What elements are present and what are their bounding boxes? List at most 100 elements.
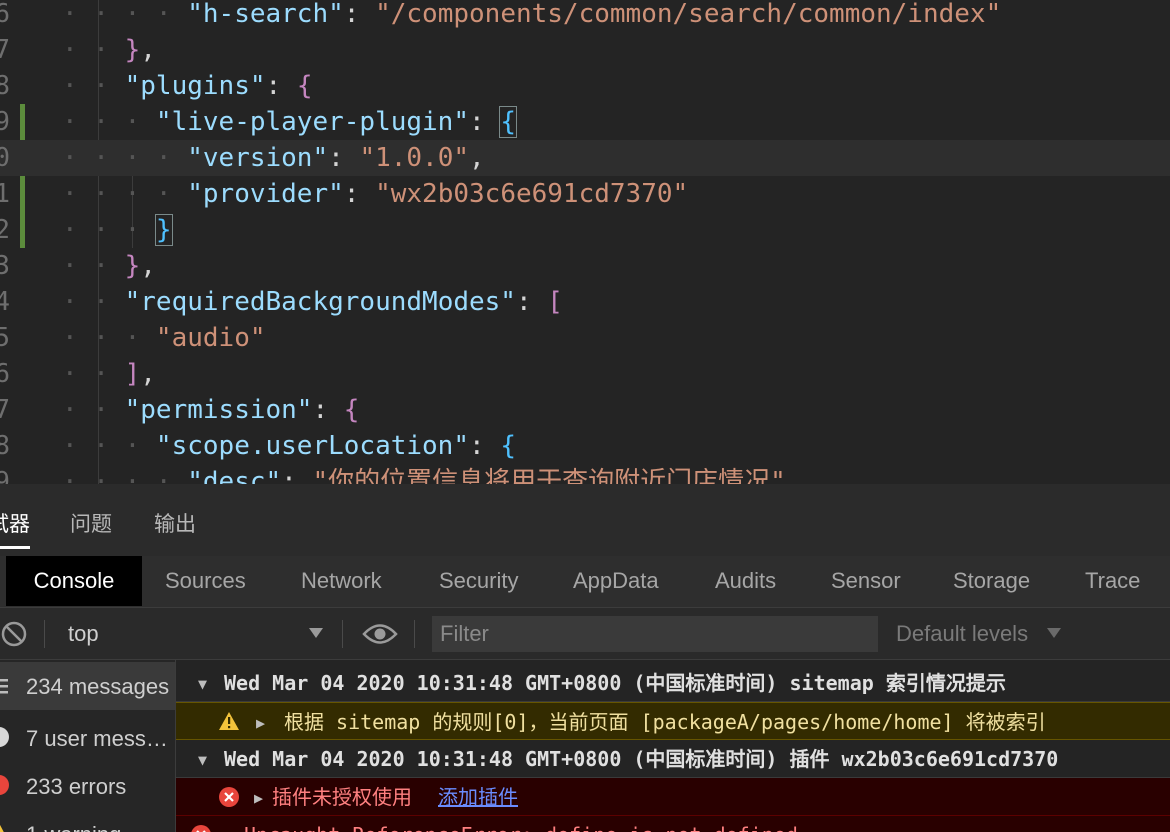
code-text: · · · · "version": "1.0.0", [62,140,485,176]
expand-triangle-icon[interactable]: ▶ [226,817,235,832]
sidebar-item-user-messages[interactable]: 7 user messages [0,714,175,762]
code-token: · · · [62,107,156,137]
code-token: · · [62,395,125,425]
line-number: 6 [0,0,10,29]
line-number: 7 [0,35,10,65]
collapse-triangle-icon[interactable]: ▼ [198,741,207,779]
line-number: 2 [0,215,10,245]
code-token: · · [62,359,125,389]
sidebar-item-errors[interactable]: 233 errors [0,762,175,810]
code-token: "requiredBackgroundModes" [124,287,516,317]
tab-console[interactable]: Console [6,556,142,606]
error-text: 插件未授权使用 [272,785,412,809]
expand-triangle-icon[interactable]: ▶ [254,779,263,817]
code-token: · · · · [62,179,188,209]
expand-triangle-icon[interactable]: ▶ [256,704,265,742]
code-line[interactable]: 9 · · · "live-player-plugin": { [0,104,1170,140]
code-token: : [515,287,548,317]
context-select[interactable]: top [68,621,99,647]
warning-icon [219,712,239,730]
code-token: "permission" [124,395,313,425]
code-line[interactable]: 6 · · ], [0,356,1170,392]
code-token: "wx2b03c6e691cd7370" [375,179,689,209]
error-icon [219,787,239,807]
add-plugin-link[interactable]: 添加插件 [438,778,518,816]
code-token: { [296,71,313,101]
tab-audits[interactable]: Audits [715,556,776,606]
code-text: · · · · "desc": "你的位置信息将用于查询附近门店情况" [62,464,786,484]
tab-output[interactable]: 输出 [154,508,196,538]
code-text: · · · "audio" [62,320,266,356]
code-token: "scope.userLocation" [155,431,469,461]
chevron-down-icon[interactable] [1046,627,1062,639]
tab-sensor[interactable]: Sensor [831,556,901,606]
code-token: : [469,431,501,461]
log-levels-select[interactable]: Default levels [896,621,1028,647]
active-tab-indicator [0,546,30,549]
code-line[interactable]: 8 · · · "scope.userLocation": { [0,428,1170,464]
code-line[interactable]: 2 · · · } [0,212,1170,248]
warning-icon [0,824,4,832]
line-number: 3 [0,251,10,281]
code-token: · · [62,71,125,101]
sidebar-item-messages[interactable]: 234 messages [0,662,175,710]
code-line[interactable]: 7 · · "permission": { [0,392,1170,428]
code-text: · · }, [62,32,156,68]
sidebar-item-warnings[interactable]: 1 warning [0,810,175,832]
code-line[interactable]: 7 · · }, [0,32,1170,68]
tab-storage[interactable]: Storage [953,556,1030,606]
code-line[interactable]: 3 · · }, [0,248,1170,284]
code-token: , [469,143,485,173]
log-group-header[interactable]: ▼ Wed Mar 04 2020 10:31:48 GMT+0800 (中国标… [176,664,1170,702]
code-token: · · · · [62,143,188,173]
code-token: "1.0.0" [359,143,470,173]
code-token: , [140,251,156,281]
code-line[interactable]: 5 · · · "audio" [0,320,1170,356]
tab-sources[interactable]: Sources [165,556,246,606]
sidebar-item-label: 233 errors [26,774,127,799]
line-number: 9 [0,107,10,137]
code-token: "/components/common/search/common/index" [375,0,1002,29]
code-text: · · · "scope.userLocation": { [62,428,516,464]
code-editor[interactable]: 6 · · · · "h-search": "/components/common… [0,0,1170,484]
code-token: "h-search" [187,0,344,29]
error-message[interactable]: ▶ 插件未授权使用 添加插件 [176,778,1170,816]
code-token: · · [62,35,125,65]
tab-appdata[interactable]: AppData [573,556,659,606]
code-text: · · "plugins": { [62,68,312,104]
code-line[interactable]: 9 · · · · "desc": "你的位置信息将用于查询附近门店情况" [0,464,1170,484]
toolbar-separator [414,620,415,648]
tab-security[interactable]: Security [439,556,518,606]
code-token: "desc" [187,467,282,484]
line-number: 4 [0,287,10,317]
code-line[interactable]: 1 · · · · "provider": "wx2b03c6e691cd7370… [0,176,1170,212]
code-token: } [124,35,141,65]
clear-console-icon[interactable] [0,620,28,648]
tab-network[interactable]: Network [301,556,382,606]
line-number: 1 [0,179,10,209]
code-line[interactable]: 0 · · · · "version": "1.0.0", [0,140,1170,176]
code-line[interactable]: 8 · · "plugins": { [0,68,1170,104]
tab-issues[interactable]: 问题 [70,508,112,538]
sidebar-item-label: 1 warning [26,822,172,832]
code-token: { [500,431,516,461]
code-line[interactable]: 4 · · "requiredBackgroundModes": [ [0,284,1170,320]
code-text: · · · · "h-search": "/components/common/… [62,0,1001,32]
code-line[interactable]: 6 · · · · "h-search": "/components/common… [0,0,1170,32]
code-token: { [499,106,517,138]
chevron-down-icon[interactable] [308,627,324,639]
error-message[interactable]: ▶ Uncaught ReferenceError: define is not… [176,816,1170,832]
warning-message[interactable]: ▶ 根据 sitemap 的规则[0]，当前页面 [packageA/pages… [176,702,1170,740]
code-token: · · · [62,431,156,461]
code-text: · · · } [62,212,173,248]
devtools-drawer-tabs: 试器 问题 输出 [0,484,1170,556]
line-number: 6 [0,359,10,389]
eye-icon[interactable] [362,621,398,647]
tab-debugger[interactable]: 试器 [0,508,30,538]
console-messages: ▼ Wed Mar 04 2020 10:31:48 GMT+0800 (中国标… [176,660,1170,832]
log-group-header[interactable]: ▼ Wed Mar 04 2020 10:31:48 GMT+0800 (中国标… [176,740,1170,778]
collapse-triangle-icon[interactable]: ▼ [198,665,207,703]
tab-trace[interactable]: Trace [1085,556,1140,606]
code-text: · · "requiredBackgroundModes": [ [62,284,563,320]
filter-input[interactable] [432,616,878,652]
